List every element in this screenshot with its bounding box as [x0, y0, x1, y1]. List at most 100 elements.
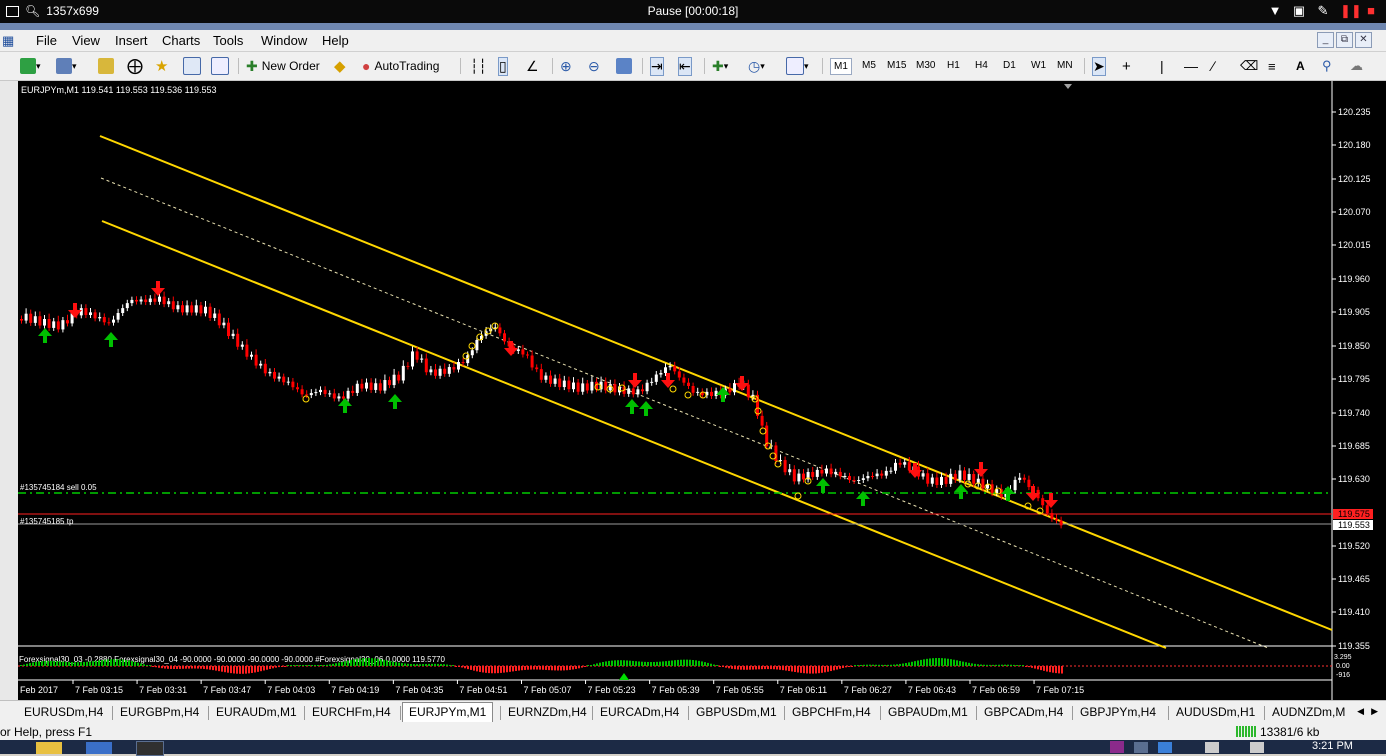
- tab-gbpjpym-h4[interactable]: GBPJPYm,H4: [1080, 705, 1156, 719]
- histogram-bar: [137, 662, 139, 666]
- stop-icon[interactable]: ■: [1364, 3, 1378, 19]
- tab-gbpaudm-m1[interactable]: GBPAUDm,M1: [888, 705, 968, 719]
- status-bar: or Help, press F1 13381/6 kb: [0, 724, 1386, 740]
- meta-editor-button[interactable]: ◆: [334, 57, 346, 75]
- candlestick-button[interactable]: ▯: [498, 56, 508, 76]
- histogram-bar: [227, 666, 229, 673]
- histogram-bar: [47, 660, 49, 666]
- chart-window[interactable]: #135745184 sell 0.05 #135745185 tp EURJP…: [18, 81, 1386, 700]
- histogram-bar: [734, 666, 736, 670]
- tray-icon-2[interactable]: [1158, 742, 1172, 753]
- app-menu-icon[interactable]: ▦: [2, 33, 14, 49]
- autotrading-button[interactable]: ● AutoTrading: [362, 57, 439, 75]
- fibonacci-button[interactable]: ≡: [1268, 57, 1276, 75]
- tab-audnzdm-m[interactable]: AUDNZDm,M: [1272, 705, 1345, 719]
- tab-euraudm-m1[interactable]: EURAUDm,M1: [216, 705, 297, 719]
- histogram-bar: [941, 658, 943, 666]
- new-chart-button[interactable]: ▾: [20, 57, 41, 75]
- zoom-in-button[interactable]: ⊕: [560, 57, 572, 75]
- trendline-button[interactable]: ∕: [1212, 57, 1214, 75]
- periods-button[interactable]: ◷ ▾: [748, 57, 765, 75]
- close-button[interactable]: ✕: [1355, 32, 1372, 48]
- tab-eurnzdm-h4[interactable]: EURNZDm,H4: [508, 705, 587, 719]
- channel-button[interactable]: ⌫: [1240, 57, 1258, 75]
- tab-eurgbpm-h4[interactable]: EURGBPm,H4: [120, 705, 199, 719]
- browser-icon[interactable]: [86, 742, 112, 754]
- chart-shift-button[interactable]: ⇤: [678, 56, 692, 76]
- templates-button[interactable]: ▾: [786, 57, 809, 75]
- timeframe-m5[interactable]: M5: [862, 60, 876, 71]
- pen-icon[interactable]: ✎: [1316, 3, 1330, 19]
- tab-eurcadm-h4[interactable]: EURCADm,H4: [600, 705, 679, 719]
- menu-charts[interactable]: Charts: [162, 33, 200, 48]
- onenote-icon[interactable]: [1110, 741, 1124, 753]
- tab-eurusdm-h4[interactable]: EURUSDm,H4: [24, 705, 103, 719]
- pause-icon[interactable]: ❚❚: [1340, 3, 1362, 19]
- search-button[interactable]: ⚲: [1322, 57, 1332, 75]
- text-tool-button[interactable]: A: [1296, 57, 1305, 75]
- volume-icon[interactable]: [1250, 742, 1264, 753]
- tabs-scroll-right-icon[interactable]: ▶: [1371, 706, 1378, 717]
- timeframe-mn[interactable]: MN: [1057, 60, 1073, 71]
- histogram-bar: [80, 662, 82, 666]
- menu-view[interactable]: View: [72, 33, 100, 48]
- timeframe-h1[interactable]: H1: [947, 60, 960, 71]
- data-window-button[interactable]: ⨁: [127, 57, 143, 75]
- line-chart-button[interactable]: ∠: [526, 57, 539, 75]
- histogram-bar: [53, 660, 55, 666]
- crosshair-button[interactable]: +: [1122, 57, 1131, 75]
- tile-windows-button[interactable]: [616, 57, 632, 75]
- menu-help[interactable]: Help: [322, 33, 349, 48]
- tabs-scroll-left-icon[interactable]: ◀: [1357, 706, 1364, 717]
- histogram-bar: [203, 666, 205, 669]
- timeframe-m1[interactable]: M1: [830, 58, 852, 75]
- tab-gbpusdm-m1[interactable]: GBPUSDm,M1: [696, 705, 777, 719]
- cursor-icon: ➤: [1092, 56, 1106, 76]
- explorer-icon[interactable]: [36, 742, 62, 754]
- terminal-button[interactable]: [183, 57, 201, 75]
- histogram-bar: [221, 666, 223, 672]
- strategy-tester-button[interactable]: [211, 57, 229, 75]
- menu-insert[interactable]: Insert: [115, 33, 148, 48]
- menu-file[interactable]: File: [36, 33, 57, 48]
- network-icon[interactable]: [1205, 742, 1219, 753]
- new-order-button[interactable]: ✚ New Order: [246, 57, 320, 75]
- price-chart[interactable]: #135745184 sell 0.05 #135745185 tp EURJP…: [18, 81, 1386, 700]
- chevron-down-icon[interactable]: ▼: [1268, 3, 1282, 19]
- horizontal-line-button[interactable]: —: [1184, 57, 1198, 75]
- histogram-bar: [449, 664, 451, 666]
- timeframe-w1[interactable]: W1: [1031, 60, 1046, 71]
- histogram-bar: [662, 661, 664, 666]
- minimize-button[interactable]: _: [1317, 32, 1334, 48]
- histogram-bar: [200, 666, 202, 669]
- timeframe-h4[interactable]: H4: [975, 60, 988, 71]
- cursor-button[interactable]: ➤: [1092, 56, 1106, 76]
- tab-eurjpym-m1[interactable]: EURJPYm,M1: [402, 702, 494, 722]
- tab-eurchfm-h4[interactable]: EURCHFm,H4: [312, 705, 391, 719]
- timeframe-d1[interactable]: D1: [1003, 60, 1016, 71]
- chat-button[interactable]: ☁: [1350, 57, 1363, 75]
- indicators-button[interactable]: ✚ ▾: [712, 57, 728, 75]
- camera-icon[interactable]: ▣: [1292, 3, 1306, 19]
- profiles-button[interactable]: ▾: [56, 57, 77, 75]
- tab-gbpchfm-h4[interactable]: GBPCHFm,H4: [792, 705, 871, 719]
- timeframe-m30[interactable]: M30: [916, 60, 935, 71]
- autoscroll-button[interactable]: ⇥: [650, 56, 664, 76]
- bar-chart-button[interactable]: ┆┆: [470, 57, 487, 75]
- timeframe-m15[interactable]: M15: [887, 60, 906, 71]
- menu-window[interactable]: Window: [261, 33, 307, 48]
- vertical-line-button[interactable]: |: [1160, 57, 1164, 75]
- navigator-button[interactable]: ★: [155, 57, 168, 75]
- candle-body: [194, 305, 198, 313]
- histogram-bar: [590, 665, 592, 666]
- market-watch-button[interactable]: [98, 57, 114, 75]
- tab-audusdm-h1[interactable]: AUDUSDm,H1: [1176, 705, 1255, 719]
- tray-icon[interactable]: [1134, 742, 1148, 753]
- tab-gbpcadm-h4[interactable]: GBPCADm,H4: [984, 705, 1063, 719]
- histogram-bar: [575, 666, 577, 669]
- menu-tools[interactable]: Tools: [213, 33, 243, 48]
- zoom-out-button[interactable]: ⊖: [588, 57, 600, 75]
- market-watch-icon: [98, 58, 114, 74]
- candle-body: [682, 377, 686, 383]
- restore-button[interactable]: ⧉: [1336, 32, 1353, 48]
